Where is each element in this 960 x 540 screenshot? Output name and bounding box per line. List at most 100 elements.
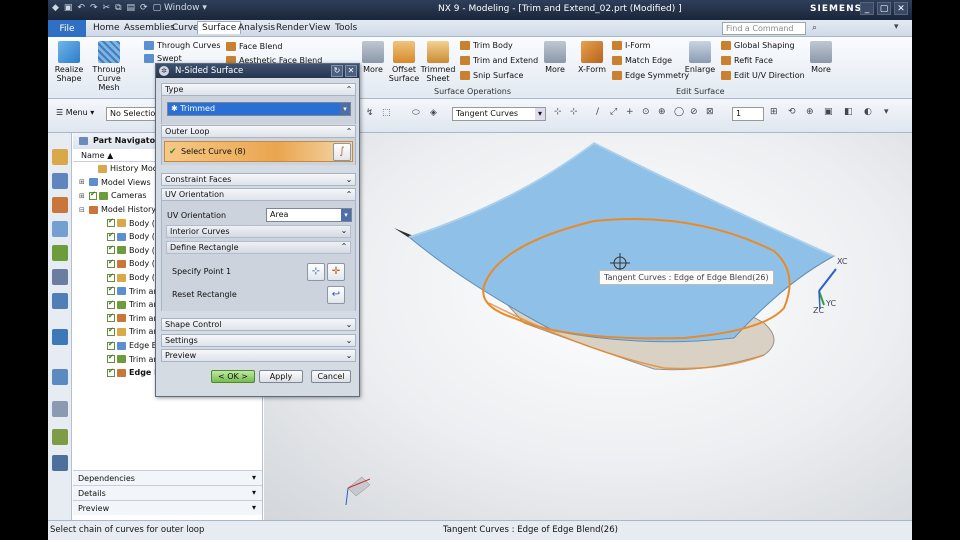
ok-button[interactable]: < OK > [211, 370, 255, 383]
blue-sheet-surface[interactable] [407, 142, 836, 343]
more-button-3[interactable]: More [808, 41, 834, 74]
find-command-input[interactable]: Find a Command [722, 22, 806, 35]
system-scenes-icon[interactable] [52, 455, 68, 471]
point-on-face-icon[interactable]: ⊘ [690, 107, 698, 117]
more-button-1[interactable]: More [360, 41, 386, 74]
section-constraint-faces[interactable]: Constraint Faces ⌄ [161, 173, 356, 186]
expand-icon[interactable]: ⊞ [79, 178, 87, 186]
uv-orientation-dropdown[interactable]: Area ▾ [266, 208, 352, 222]
system-materials-icon[interactable] [52, 401, 68, 417]
save-icon[interactable]: ▣ [64, 3, 73, 13]
ribbon-options-icon[interactable]: ▾ [894, 22, 899, 32]
shaded-view-icon[interactable]: ▣ [824, 107, 833, 117]
select-curve-row[interactable]: ✔ Select Curve (8) ∫ [164, 141, 353, 162]
window-menu[interactable]: ▢ Window ▾ [153, 3, 207, 13]
visibility-checkbox[interactable] [107, 285, 115, 296]
realize-shape-button[interactable]: Realize Shape [54, 41, 84, 83]
i-form-button[interactable]: I-Form [612, 41, 650, 50]
body-icon[interactable]: ◈ [430, 108, 437, 118]
subsection-define-rectangle[interactable]: Define Rectangle ⌃ [166, 241, 351, 254]
trim-body-button[interactable]: Trim Body [460, 41, 513, 50]
section-shape-control[interactable]: Shape Control ⌄ [161, 318, 356, 331]
visibility-checkbox[interactable] [107, 272, 115, 282]
roles-icon[interactable] [52, 429, 68, 445]
trim-and-extend-button[interactable]: Trim and Extend [460, 56, 538, 65]
maximize-icon[interactable]: ▢ [877, 2, 891, 15]
visibility-checkbox[interactable] [107, 353, 115, 364]
show-hide-icon[interactable]: ◐ [864, 107, 872, 117]
visibility-checkbox[interactable] [107, 299, 115, 309]
part-navigator-icon[interactable] [52, 197, 68, 213]
visibility-checkbox[interactable] [107, 244, 115, 255]
fit-icon[interactable]: ⊞ [770, 107, 778, 117]
reuse-library-icon[interactable] [52, 221, 68, 237]
visibility-checkbox[interactable] [107, 340, 115, 350]
menu-button[interactable]: ☰ Menu ▾ [56, 108, 94, 117]
through-curves-button[interactable]: Through Curves [144, 41, 221, 50]
curve-rule-dropdown[interactable]: Tangent Curves [452, 107, 546, 121]
paste-icon[interactable]: ▤ [127, 3, 136, 13]
snap-point-icon[interactable]: ↯ [366, 108, 374, 118]
rotate-icon[interactable]: ⟲ [788, 107, 796, 117]
search-icon[interactable]: ⌕ [812, 23, 817, 33]
assembly-navigator-icon[interactable] [52, 149, 68, 165]
visibility-checkbox[interactable] [89, 190, 97, 200]
view-options-icon[interactable]: ▾ [884, 107, 889, 117]
apply-button[interactable]: Apply [259, 370, 303, 383]
trimmed-sheet-button[interactable]: Trimmed Sheet [421, 41, 455, 83]
x-form-button[interactable]: X-Form [576, 41, 608, 74]
control-point-snap-icon[interactable]: + [626, 107, 634, 117]
preview-panel[interactable]: Preview [73, 500, 262, 515]
section-uv-orientation[interactable]: UV Orientation ⌃ [161, 188, 356, 201]
tab-file[interactable]: File [48, 20, 86, 37]
endpoint-snap-icon[interactable]: / [596, 107, 599, 117]
dependencies-panel[interactable]: Dependencies [73, 470, 262, 485]
zoom-icon[interactable]: ⊕ [806, 107, 814, 117]
point-dialog-icon[interactable]: ⊹ [307, 263, 325, 281]
details-panel[interactable]: Details [73, 485, 262, 500]
tab-tools[interactable]: Tools [331, 22, 361, 34]
expand-icon[interactable]: ⊞ [79, 192, 87, 200]
arc-center-snap-icon[interactable]: ⊙ [642, 107, 650, 117]
visibility-checkbox[interactable] [107, 258, 115, 268]
constraint-navigator-icon[interactable] [52, 173, 68, 189]
match-edge-button[interactable]: Match Edge [612, 56, 672, 65]
cancel-button[interactable]: Cancel [311, 370, 351, 383]
history-icon[interactable] [52, 293, 68, 309]
point-snap-icon[interactable]: ✛ [327, 263, 345, 281]
tab-view[interactable]: View [305, 22, 334, 34]
expand-icon[interactable]: ⊟ [79, 206, 87, 214]
swept-button[interactable]: Swept [144, 54, 182, 63]
edge-symmetry-button[interactable]: Edge Symmetry [612, 71, 689, 80]
face-blend-button[interactable]: Face Blend [226, 42, 282, 51]
visibility-checkbox[interactable] [107, 367, 115, 377]
visibility-checkbox[interactable] [107, 231, 115, 241]
bounded-grid-icon[interactable]: ⊠ [706, 107, 714, 117]
minimize-icon[interactable]: _ [860, 2, 874, 15]
point-on-curve-icon[interactable]: ◯ [674, 107, 684, 117]
section-settings[interactable]: Settings ⌄ [161, 334, 356, 347]
curve-icon[interactable]: ∫ [333, 143, 351, 161]
select-box-icon[interactable]: ⬚ [382, 108, 391, 118]
tab-home[interactable]: Home [89, 22, 124, 34]
cut-icon[interactable]: ✂ [103, 3, 111, 13]
more-button-2[interactable]: More [542, 41, 568, 74]
section-type[interactable]: Type ⌃ [161, 83, 356, 96]
feature-icon[interactable]: ⬭ [412, 108, 420, 118]
repeat-icon[interactable]: ⟳ [140, 3, 148, 13]
view-orient-icon[interactable]: ◧ [844, 107, 853, 117]
edit-uv-direction-button[interactable]: Edit U/V Direction [721, 71, 805, 80]
section-outer-loop[interactable]: Outer Loop ⌃ [161, 125, 356, 138]
section-preview[interactable]: Preview ⌄ [161, 349, 356, 362]
graphics-window[interactable]: XC YC ZC Tangent Curves : Edge of Edge B… [264, 133, 912, 520]
stop-at-intersection-icon[interactable]: ⊹ [554, 107, 562, 117]
subsection-interior-curves[interactable]: Interior Curves ⌄ [166, 225, 351, 238]
reset-rectangle-icon[interactable]: ↩ [327, 286, 345, 304]
hd3d-tools-icon[interactable] [52, 245, 68, 261]
visibility-checkbox[interactable] [107, 217, 115, 228]
through-curve-mesh-button[interactable]: Through Curve Mesh [88, 41, 130, 92]
offset-surface-button[interactable]: Offset Surface [388, 41, 420, 83]
selection-filter-dropdown[interactable]: No Selection Filter [106, 107, 158, 121]
process-studio-icon[interactable] [52, 329, 68, 345]
snip-surface-button[interactable]: Snip Surface [460, 71, 523, 80]
